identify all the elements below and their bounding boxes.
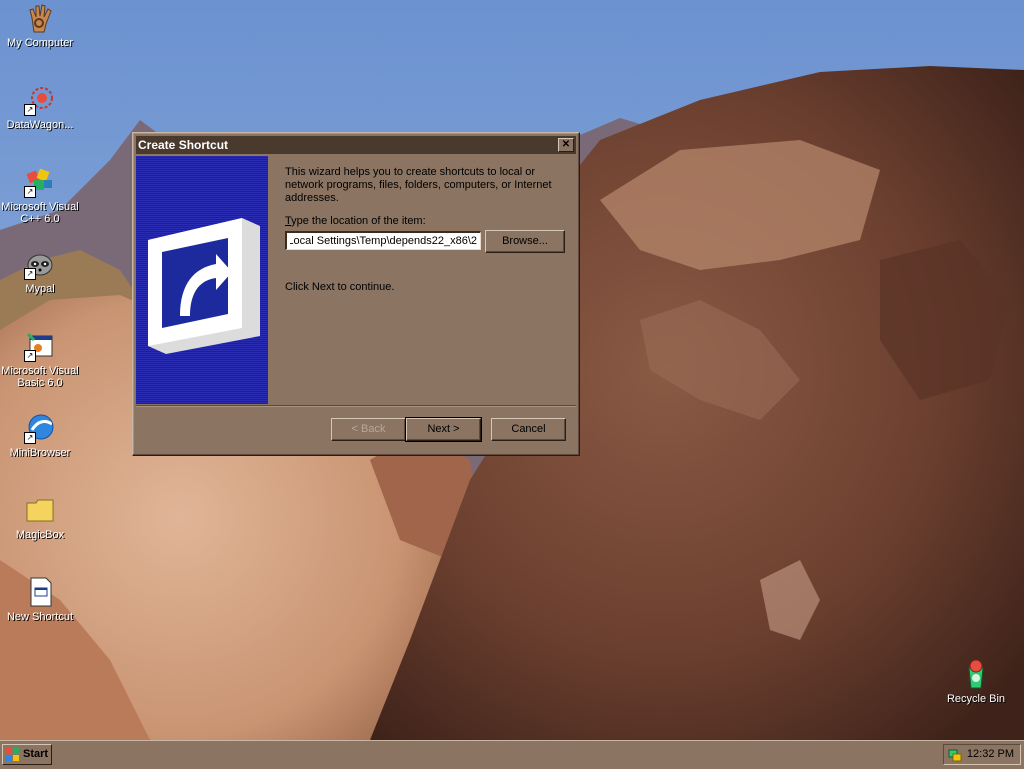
desktop-icon-visual-cpp[interactable]: ↗ Microsoft Visual C++ 6.0 [0, 166, 80, 225]
desktop-icon-datawagon[interactable]: ↗ DataWagon... [0, 84, 80, 131]
desktop-icon-my-computer[interactable]: My Computer [0, 2, 80, 49]
desktop-icon-label: My Computer [6, 37, 74, 49]
desktop-icon-label: Recycle Bin [946, 693, 1006, 705]
shortcut-arrow-icon: ↗ [24, 186, 36, 198]
cancel-button[interactable]: Cancel [491, 418, 566, 441]
next-button[interactable]: Next > [405, 417, 482, 442]
recycle-bin-icon [960, 658, 992, 690]
wizard-intro-text: This wizard helps you to create shortcut… [285, 166, 552, 204]
create-shortcut-dialog: Create Shortcut ✕ This wizard helps you … [132, 132, 580, 456]
location-label: Type the location of the item: [285, 215, 426, 228]
desktop-icon-label: Mypal [25, 283, 55, 295]
desktop-icon-label: Microsoft Visual Basic 6.0 [1, 365, 79, 389]
desktop-icon-magicbox[interactable]: MagicBox [0, 494, 80, 541]
desktop-icon-label: MiniBrowser [9, 447, 71, 459]
close-icon: ✕ [561, 139, 571, 150]
shortcut-arrow-icon: ↗ [24, 350, 36, 362]
browser-globe-icon: ↗ [24, 412, 56, 444]
continue-hint: Click Next to continue. [285, 281, 395, 293]
dialog-title-bar[interactable]: Create Shortcut ✕ [136, 136, 576, 154]
start-button[interactable]: Start [2, 744, 52, 765]
location-input[interactable] [285, 231, 481, 250]
windows-logo-icon [6, 748, 19, 761]
desktop-icon-label: Microsoft Visual C++ 6.0 [1, 201, 79, 225]
desktop-icon-label: DataWagon... [6, 119, 74, 131]
document-icon [24, 576, 56, 608]
browse-button[interactable]: Browse... [485, 230, 565, 253]
visual-basic-icon: ↗ [24, 330, 56, 362]
shortcut-arrow-icon: ↗ [24, 104, 36, 116]
shortcut-arrow-icon: ↗ [24, 432, 36, 444]
wizard-banner [136, 156, 268, 404]
dialog-title: Create Shortcut [138, 138, 229, 152]
desktop-icon-visual-basic[interactable]: ↗ Microsoft Visual Basic 6.0 [0, 330, 80, 389]
folder-icon [24, 494, 56, 526]
system-tray: 12:32 PM [943, 744, 1021, 765]
desktop-icon-recycle-bin[interactable]: Recycle Bin [936, 658, 1016, 705]
desktop-icon-label: New Shortcut [6, 611, 74, 623]
visual-cpp-icon: ↗ [24, 166, 56, 198]
back-button[interactable]: < Back [331, 418, 406, 441]
desktop-icon-mypal[interactable]: ↗ Mypal [0, 248, 80, 295]
hand-icon [24, 2, 56, 34]
clock[interactable]: 12:32 PM [967, 748, 1014, 760]
location-label-text: ype the location of the item: [291, 215, 426, 227]
taskbar: Start 12:32 PM [0, 740, 1024, 769]
desktop-icon-label: MagicBox [15, 529, 65, 541]
raccoon-icon: ↗ [24, 248, 56, 280]
dialog-separator [136, 405, 576, 407]
close-button[interactable]: ✕ [558, 138, 574, 152]
desktop-icon-new-shortcut[interactable]: New Shortcut [0, 576, 80, 623]
start-label: Start [23, 748, 49, 760]
desktop-icon-minibrowser[interactable]: ↗ MiniBrowser [0, 412, 80, 459]
datawagon-icon: ↗ [24, 84, 56, 116]
shortcut-arrow-icon: ↗ [24, 268, 36, 280]
shortcut-arrow-icon [148, 218, 260, 354]
network-tray-icon[interactable] [947, 747, 963, 763]
